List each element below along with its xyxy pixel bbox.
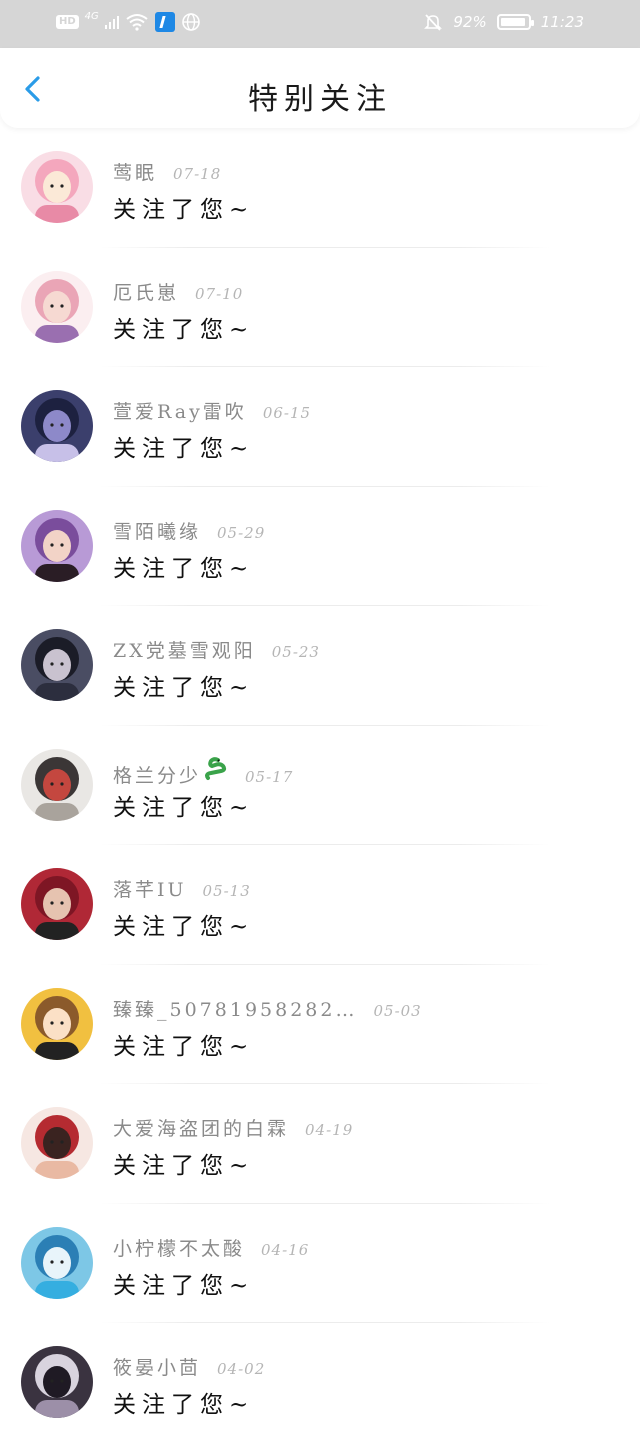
- follow-date: 07-18: [173, 165, 222, 183]
- name-line: 落芊IU 05-13: [113, 875, 251, 902]
- user-name[interactable]: 大爱海盗团的白霖: [113, 1114, 289, 1141]
- status-left: HD 4G: [56, 10, 201, 32]
- battery-fill: [500, 18, 525, 26]
- status-bar: HD 4G 92% 11:23: [0, 0, 640, 48]
- name-line: 臻臻_50781958282… 05-03: [113, 995, 422, 1022]
- snake-emoji-icon: [203, 756, 229, 786]
- name-line: ZX党墓雪观阳 05-23: [113, 636, 320, 663]
- list-item[interactable]: 筱晏小茴 04-02 关注了您~: [0, 1323, 640, 1443]
- name-line: 莺眠 07-18: [113, 158, 221, 185]
- follow-message: 关注了您~: [113, 914, 255, 940]
- follow-message: 关注了您~: [113, 675, 255, 701]
- avatar-dark-anime-boy-icon[interactable]: [21, 390, 93, 462]
- user-name[interactable]: 雪陌曦缘: [113, 517, 201, 544]
- hd-badge: HD: [56, 15, 79, 29]
- follow-message: 关注了您~: [113, 1272, 255, 1299]
- follow-message: 关注了您~: [113, 316, 255, 343]
- follow-date: 04-16: [261, 1240, 310, 1259]
- user-name[interactable]: 小柠檬不太酸: [113, 1234, 245, 1261]
- avatar-scooter-boy-icon[interactable]: [21, 748, 93, 821]
- name-line: 萱爱Ray雷吹 06-15: [113, 397, 311, 424]
- follow-message: 关注了您~: [113, 1033, 255, 1060]
- battery-percent: 92%: [453, 13, 487, 31]
- avatar-pink-anime-girl-icon[interactable]: [21, 151, 93, 223]
- avatar-red-kimono-girl-icon[interactable]: [21, 1107, 93, 1179]
- follow-date: 04-02: [217, 1360, 266, 1378]
- list-item[interactable]: 落芊IU 05-13 关注了您~: [0, 845, 640, 965]
- user-name[interactable]: 厄氏崽: [113, 278, 179, 305]
- app-notification-icon: [154, 12, 175, 32]
- list-item[interactable]: 雪陌曦缘 05-29 关注了您~: [0, 487, 640, 606]
- follow-date: 05-29: [217, 523, 266, 542]
- follow-date: 05-17: [245, 767, 294, 786]
- list-item[interactable]: 小柠檬不太酸 04-16 关注了您~: [0, 1204, 640, 1323]
- follow-date: 05-13: [202, 882, 251, 900]
- name-line: 厄氏崽 07-10: [113, 278, 243, 305]
- mute-bell-icon: [424, 14, 443, 31]
- follow-message: 关注了您~: [113, 555, 255, 582]
- globe-icon: [181, 13, 200, 31]
- avatar-hooded-girl-icon[interactable]: [21, 1346, 93, 1418]
- avatar-pink-hair-girl-icon[interactable]: [21, 270, 93, 343]
- user-name[interactable]: 莺眠: [113, 158, 157, 185]
- user-name[interactable]: 格兰分少: [113, 761, 201, 788]
- name-line: 大爱海盗团的白霖 04-19: [113, 1114, 353, 1141]
- follow-date: 04-19: [305, 1121, 354, 1139]
- user-name[interactable]: 落芊IU: [113, 875, 187, 902]
- name-line: 小柠檬不太酸 04-16: [113, 1234, 309, 1261]
- follow-date: 05-03: [373, 1001, 422, 1020]
- list-item[interactable]: 格兰分少 05-17 关注了您~: [0, 726, 640, 845]
- user-name[interactable]: 臻臻_50781958282…: [113, 995, 357, 1022]
- name-line: 格兰分少 05-17: [113, 756, 293, 788]
- clock: 11:23: [540, 13, 584, 31]
- status-right: 92% 11:23: [423, 12, 584, 32]
- wifi-icon: [126, 14, 148, 31]
- follow-message: 关注了您~: [113, 794, 255, 821]
- follow-date: 06-15: [262, 404, 312, 422]
- avatar-cartoon-glasses-icon[interactable]: [21, 987, 93, 1060]
- follow-message: 关注了您~: [113, 436, 255, 462]
- list-item[interactable]: 臻臻_50781958282… 05-03 关注了您~: [0, 965, 640, 1084]
- title-bar: 特别关注: [0, 48, 640, 128]
- list-item[interactable]: 大爱海盗团的白霖 04-19 关注了您~: [0, 1084, 640, 1204]
- follow-date: 07-10: [195, 284, 244, 303]
- follow-date: 05-23: [271, 643, 320, 661]
- page-title: 特别关注: [248, 82, 392, 117]
- battery-icon: [496, 14, 534, 30]
- list-item[interactable]: ZX党墓雪观阳 05-23 关注了您~: [0, 606, 640, 726]
- avatar-dark-anime-girl-icon[interactable]: [21, 629, 93, 701]
- user-name[interactable]: 萱爱Ray雷吹: [113, 397, 247, 424]
- user-name[interactable]: 筱晏小茴: [113, 1353, 201, 1380]
- list-item[interactable]: 厄氏崽 07-10 关注了您~: [0, 248, 640, 367]
- user-name[interactable]: ZX党墓雪观阳: [113, 636, 256, 663]
- follow-message: 关注了您~: [113, 197, 255, 223]
- network-type: 4G: [84, 10, 99, 22]
- follow-message: 关注了您~: [113, 1153, 255, 1179]
- avatar-red-bg-boy-icon[interactable]: [21, 868, 93, 940]
- avatar-selfie-girl-icon[interactable]: [21, 509, 93, 582]
- follow-notification-list: 莺眠 07-18 关注了您~ 厄氏崽 07-10 关注了您~ 萱爱Ray雷吹 06-15 关注了…: [0, 128, 640, 1443]
- name-line: 雪陌曦缘 05-29: [113, 517, 265, 544]
- list-item[interactable]: 萱爱Ray雷吹 06-15 关注了您~: [0, 367, 640, 487]
- avatar-blue-hair-girl-icon[interactable]: [21, 1226, 93, 1299]
- signal-icon: [104, 16, 119, 29]
- follow-message: 关注了您~: [113, 1392, 255, 1418]
- list-item[interactable]: 莺眠 07-18 关注了您~: [0, 128, 640, 248]
- name-line: 筱晏小茴 04-02: [113, 1353, 265, 1380]
